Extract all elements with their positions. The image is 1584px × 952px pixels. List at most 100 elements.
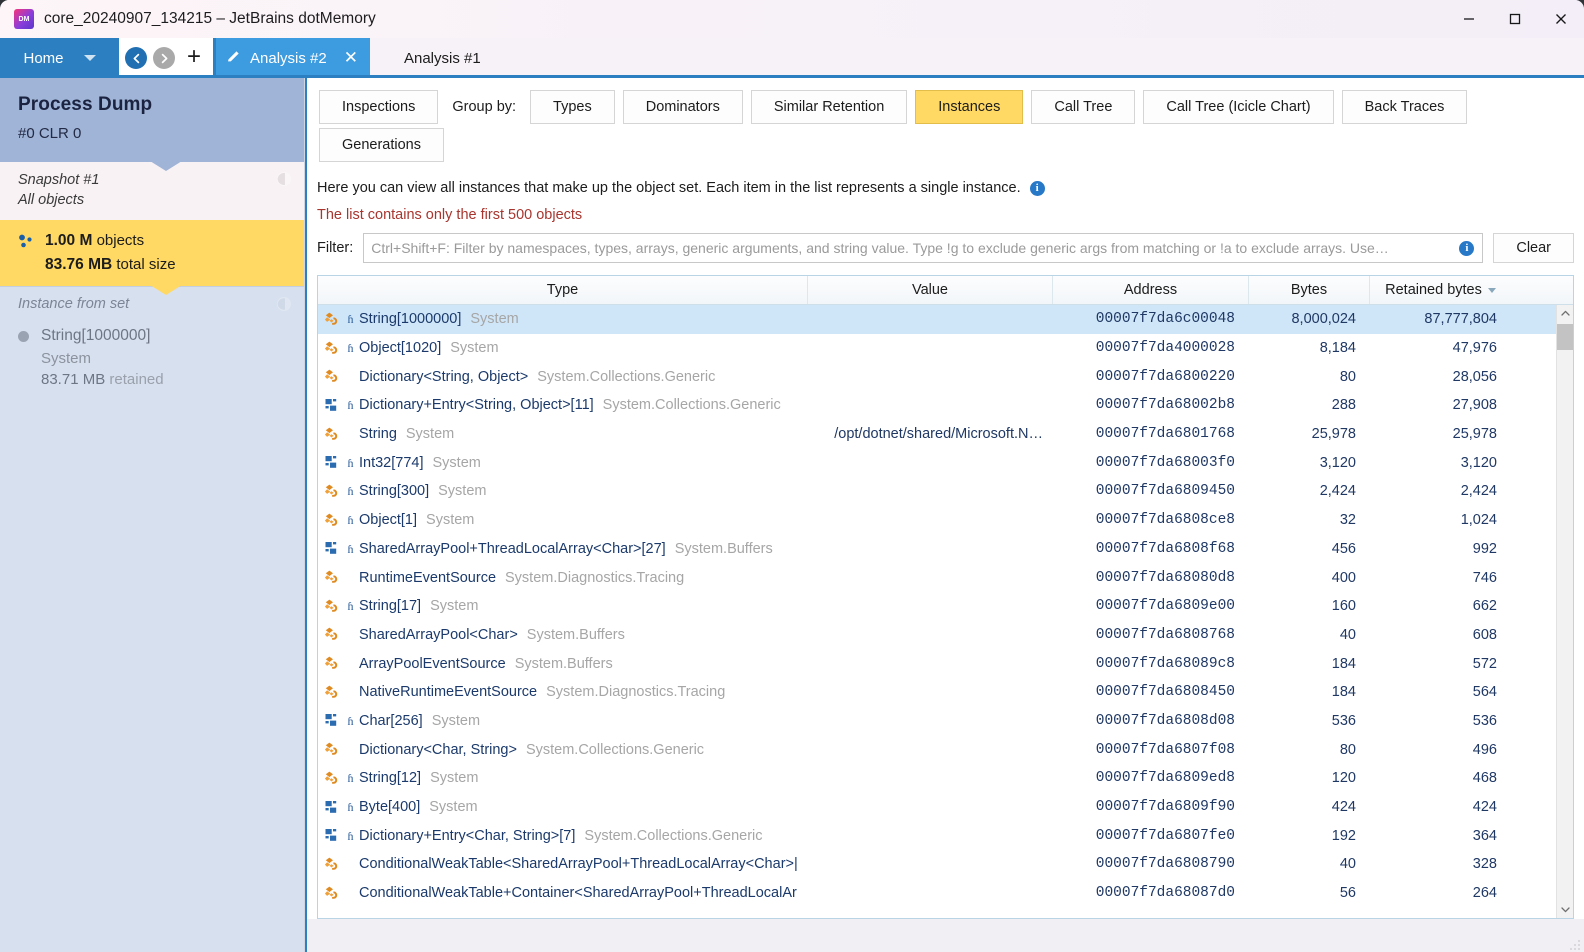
forward-arrow-icon: [153, 47, 175, 69]
type-namespace: System.Collections.Generic: [602, 397, 781, 414]
table-row[interactable]: ɦ Char[256] System 00007f7da6808d08 536 536: [318, 707, 1556, 736]
table-row[interactable]: ɦDictionary<Char, String>System.Collecti…: [318, 735, 1556, 764]
object-set-row[interactable]: 1.00 M objects 83.76 MB total size: [0, 220, 304, 296]
table-row[interactable]: ɦ Dictionary+Entry<String, Object>[11] Sys…: [318, 391, 1556, 420]
scrollbar-track[interactable]: [1556, 322, 1573, 901]
cell-address: 00007f7da6809e00: [1095, 598, 1235, 615]
column-header-type[interactable]: Type: [318, 276, 808, 304]
class-icon: [324, 626, 341, 643]
array-marker-icon: ɦ: [347, 541, 354, 556]
type-name: ArrayPoolEventSource: [359, 655, 506, 672]
process-dump-panel[interactable]: Process Dump #0 CLR 0: [0, 78, 304, 171]
type-name: Byte[400]: [359, 799, 421, 816]
status-strip: [307, 919, 1584, 952]
table-row[interactable]: ɦ Byte[400] System 00007f7da6809f90 424 424: [318, 793, 1556, 822]
clear-button[interactable]: Clear: [1493, 233, 1574, 263]
tab-back-traces[interactable]: Back Traces: [1341, 90, 1468, 124]
collapse-icon[interactable]: [276, 296, 292, 312]
cell-bytes: 56: [1339, 885, 1356, 902]
type-namespace: System.Collections.Generic: [537, 368, 716, 385]
cell-bytes: 536: [1331, 712, 1356, 729]
struct-icon: [324, 712, 341, 729]
view-tabs: Inspections Group by: Types Dominators Sim…: [307, 78, 1584, 166]
cell-retained-bytes: 1,024: [1460, 512, 1497, 529]
grid-body: ɦ String[1000000] System 00007f7da6c00048 8,…: [318, 305, 1573, 918]
tab-analysis-1[interactable]: Analysis #1: [384, 38, 501, 78]
table-row[interactable]: ɦ Dictionary+Entry<Char, String>[7] System…: [318, 821, 1556, 850]
table-row[interactable]: ɦSharedArrayPool<Char>System.Buffers0000…: [318, 621, 1556, 650]
body-split: Process Dump #0 CLR 0 Snapshot #1 All ob…: [0, 78, 1584, 952]
cell-retained-bytes: 3,120: [1460, 454, 1497, 471]
collapse-icon[interactable]: [276, 171, 292, 187]
tab-dominators[interactable]: Dominators: [622, 90, 743, 124]
resize-grip-icon[interactable]: [1569, 938, 1581, 950]
minimize-button[interactable]: [1446, 0, 1492, 38]
column-header-ret[interactable]: Retained bytes: [1370, 276, 1511, 304]
cell-retained-bytes: 28,056: [1452, 368, 1497, 385]
column-header-bytes[interactable]: Bytes: [1249, 276, 1370, 304]
close-icon[interactable]: ✕: [336, 48, 358, 68]
tab-instances[interactable]: Instances: [915, 90, 1024, 124]
home-button[interactable]: Home: [0, 38, 119, 78]
struct-icon: [324, 454, 341, 471]
instance-row[interactable]: String[1000000] System 83.71 MB retained: [18, 325, 286, 391]
class-icon: [324, 885, 341, 902]
table-row[interactable]: ɦConditionalWeakTable+Container<SharedAr…: [318, 879, 1556, 908]
cell-type: ɦRuntimeEventSourceSystem.Diagnostics.Tr…: [318, 569, 808, 586]
cell-address: 00007f7da6809f90: [1095, 799, 1235, 816]
table-row[interactable]: ɦDictionary<String, Object>System.Collec…: [318, 362, 1556, 391]
table-row[interactable]: ɦ String[17] System 00007f7da6809e00 160 662: [318, 592, 1556, 621]
vertical-scrollbar[interactable]: [1556, 305, 1573, 918]
table-row[interactable]: ɦArrayPoolEventSourceSystem.Buffers00007…: [318, 649, 1556, 678]
snapshot-name: Snapshot #1: [18, 172, 100, 188]
type-name: String: [359, 426, 397, 443]
table-row[interactable]: ɦ Object[1020] System 00007f7da4000028 8,184…: [318, 334, 1556, 363]
scroll-down-button[interactable]: [1557, 901, 1574, 918]
type-namespace: System: [426, 512, 475, 529]
tab-similar-retention[interactable]: Similar Retention: [750, 90, 908, 124]
cell-bytes: 184: [1331, 655, 1356, 672]
array-marker-icon: ɦ: [347, 828, 354, 843]
scroll-up-button[interactable]: [1557, 305, 1574, 322]
instance-retained-value: 83.71 MB: [41, 371, 106, 389]
tab-call-tree-icicle-chart[interactable]: Call Tree (Icicle Chart): [1143, 90, 1334, 124]
table-row[interactable]: ɦ String[12] System 00007f7da6809ed8 120 468: [318, 764, 1556, 793]
class-icon: [324, 741, 341, 758]
table-row[interactable]: ɦNativeRuntimeEventSourceSystem.Diagnost…: [318, 678, 1556, 707]
maximize-button[interactable]: [1492, 0, 1538, 38]
table-row[interactable]: ɦ SharedArrayPool+ThreadLocalArray<Char>[…: [318, 535, 1556, 564]
forward-button[interactable]: [153, 47, 175, 69]
grid-rows: ɦ String[1000000] System 00007f7da6c00048 8,…: [318, 305, 1556, 918]
app-window: core_20240907_134215 – JetBrains dotMemo…: [0, 0, 1584, 952]
table-row[interactable]: ɦ String[300] System 00007f7da6809450 2,424 2…: [318, 477, 1556, 506]
search-input[interactable]: [371, 240, 1452, 256]
table-row[interactable]: ɦ Int32[774] System 00007f7da68003f0 3,120 3,…: [318, 448, 1556, 477]
filter-field[interactable]: i: [363, 233, 1484, 263]
close-button[interactable]: [1538, 0, 1584, 38]
cell-address: 00007f7da68080d8: [1095, 569, 1235, 586]
back-button[interactable]: [125, 47, 147, 69]
tab-types[interactable]: Types: [530, 90, 615, 124]
table-row[interactable]: ɦ Object[1] System 00007f7da6808ce8 32 1,024: [318, 506, 1556, 535]
type-namespace: System.Buffers: [674, 540, 773, 557]
type-name: SharedArrayPool+ThreadLocalArray<Char>[2…: [359, 540, 666, 557]
table-row[interactable]: ɦRuntimeEventSourceSystem.Diagnostics.Tr…: [318, 563, 1556, 592]
class-icon: [324, 856, 341, 873]
scrollbar-thumb[interactable]: [1556, 324, 1573, 350]
array-marker-icon: ɦ: [347, 599, 354, 614]
grid-header: Type Value Address Bytes Retained bytes: [318, 276, 1573, 305]
struct-icon: [324, 827, 341, 844]
table-row[interactable]: ɦStringSystem/opt/dotnet/shared/Microsof…: [318, 420, 1556, 449]
tab-inspections[interactable]: Inspections: [319, 90, 439, 124]
column-header-addr[interactable]: Address: [1053, 276, 1249, 304]
info-icon[interactable]: i: [1029, 180, 1045, 196]
column-header-value[interactable]: Value: [808, 276, 1053, 304]
info-icon[interactable]: i: [1459, 240, 1475, 256]
table-row[interactable]: ɦ String[1000000] System 00007f7da6c00048 8,…: [318, 305, 1556, 334]
cell-retained-bytes: 328: [1472, 856, 1497, 873]
tab-call-tree[interactable]: Call Tree: [1031, 90, 1136, 124]
table-row[interactable]: ɦConditionalWeakTable<SharedArrayPool+Th…: [318, 850, 1556, 879]
add-tab-button[interactable]: +: [181, 44, 207, 72]
tab-analysis-2[interactable]: Analysis #2 ✕: [213, 38, 370, 78]
tab-generations[interactable]: Generations: [319, 128, 444, 162]
